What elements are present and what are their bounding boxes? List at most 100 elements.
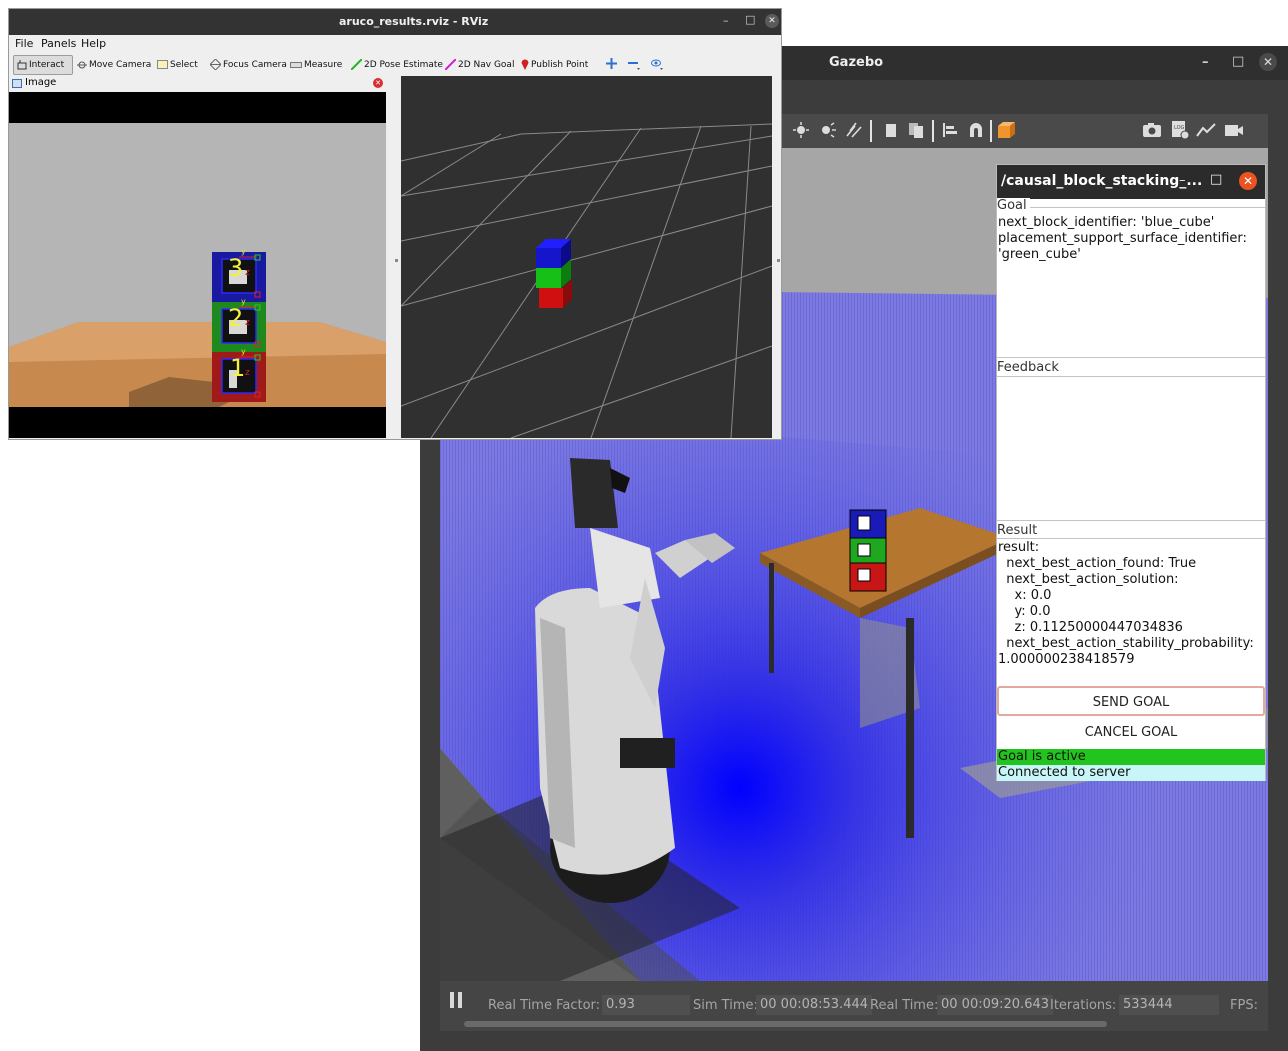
result-line: y: 0.0 (998, 604, 1051, 619)
sim-time-label: Sim Time: (693, 998, 758, 1013)
add-tool-icon[interactable] (606, 58, 617, 69)
pause-icon[interactable] (450, 992, 464, 1008)
paste-icon[interactable] (908, 122, 924, 138)
log-icon[interactable]: LOG (1170, 120, 1190, 140)
copy-icon[interactable] (883, 122, 899, 138)
minimize-icon[interactable]: – (723, 14, 729, 27)
publish-point-tool-label: Publish Point (531, 60, 589, 70)
goal-group-label: Goal (997, 198, 1030, 213)
separator-icon (990, 120, 992, 142)
svg-text:z: z (245, 318, 250, 328)
nav-goal-tool-label: 2D Nav Goal (458, 60, 515, 70)
select-tool[interactable]: Select (157, 58, 198, 72)
cancel-goal-button[interactable]: CANCEL GOAL (997, 718, 1265, 748)
camera-image-view[interactable]: y y y z z z 3 2 1 (9, 92, 386, 438)
maximize-icon[interactable]: □ (1210, 172, 1222, 187)
send-goal-button[interactable]: SEND GOAL (997, 686, 1265, 716)
move-camera-tool-label: Move Camera (89, 60, 152, 70)
action-client-titlebar: /causal_block_stacking_... – □ ✕ (997, 165, 1265, 199)
plot-icon[interactable] (1196, 122, 1216, 138)
remove-tool-icon[interactable] (628, 58, 640, 70)
magenta-arrow-icon (445, 59, 456, 70)
point-light-icon[interactable] (820, 122, 836, 138)
eye-icon[interactable] (651, 58, 663, 70)
gazebo-status-bar: Real Time Factor: 0.93 Sim Time: 00 00:0… (440, 981, 1268, 1031)
result-line: z: 0.11250000447034836 (998, 620, 1183, 635)
spot-light-icon[interactable] (846, 122, 862, 138)
map-pin-icon (521, 59, 529, 70)
rviz-toolbar: Interact Move Camera Select Focus Camera… (9, 52, 781, 76)
real-time-value: 00 00:09:20.643 (937, 995, 1054, 1015)
result-line: 1.000000238418579 (998, 652, 1135, 667)
aruco-marker-label: 2 (228, 304, 244, 332)
rviz-window: aruco_results.rviz - RViz – □ ✕ File Pan… (8, 8, 782, 440)
svg-text:z: z (245, 368, 250, 378)
splitter-handle[interactable] (777, 259, 780, 262)
gazebo-title: Gazebo (829, 55, 884, 70)
menu-help[interactable]: Help (81, 37, 106, 50)
align-icon[interactable] (942, 122, 958, 138)
fps-label: FPS: (1230, 998, 1258, 1013)
image-icon (12, 79, 22, 88)
green-arrow-icon (351, 59, 362, 70)
select-tool-label: Select (170, 60, 198, 70)
focus-camera-tool[interactable]: Focus Camera (210, 58, 287, 72)
hand-icon (17, 59, 27, 69)
rtf-label: Real Time Factor: (488, 998, 601, 1013)
result-group-label: Result (997, 523, 1041, 538)
sun-light-icon[interactable] (793, 122, 809, 138)
divider (997, 357, 1265, 358)
menu-file[interactable]: File (15, 37, 33, 50)
rviz-titlebar: aruco_results.rviz - RViz – □ ✕ (9, 9, 781, 35)
ruler-icon (290, 61, 302, 68)
image-panel-title: Image (25, 77, 57, 88)
result-line: x: 0.0 (998, 588, 1052, 603)
iterations-value: 533444 (1119, 995, 1219, 1015)
focus-camera-icon (210, 59, 221, 70)
interact-tool-label: Interact (29, 60, 65, 70)
image-panel-header: Image ✕ (9, 76, 387, 92)
separator-icon (870, 120, 872, 142)
measure-tool[interactable]: Measure (290, 58, 342, 72)
close-icon[interactable]: ✕ (1239, 172, 1257, 190)
publish-point-tool[interactable]: Publish Point (521, 58, 588, 72)
nav-goal-tool[interactable]: 2D Nav Goal (445, 58, 514, 72)
screenshot-icon[interactable] (1142, 122, 1162, 138)
rviz-menubar: File Panels Help (9, 35, 781, 52)
rviz-3d-view[interactable] (401, 76, 772, 438)
aruco-marker-label: 1 (230, 354, 246, 382)
maximize-icon[interactable]: □ (1232, 54, 1244, 69)
close-icon[interactable]: ✕ (1259, 53, 1277, 71)
goal-status-bar: Goal is active (997, 749, 1265, 765)
action-client-title: /causal_block_stacking_... (1001, 173, 1203, 189)
view-angle-icon[interactable] (996, 120, 1016, 140)
divider (997, 207, 1265, 208)
maximize-icon[interactable]: □ (745, 13, 755, 26)
iterations-label: Iterations: (1050, 998, 1117, 1013)
move-camera-tool[interactable]: Move Camera (77, 58, 151, 72)
menu-panels[interactable]: Panels (41, 37, 76, 50)
svg-text:z: z (245, 268, 250, 278)
divider (997, 520, 1265, 521)
sim-time-value: 00 00:08:53.444 (756, 995, 873, 1015)
connection-status-bar: Connected to server (997, 765, 1265, 781)
minimize-icon[interactable]: – (1202, 55, 1209, 70)
result-line: next_best_action_solution: (998, 572, 1179, 587)
interact-tool[interactable]: Interact (17, 58, 64, 72)
snap-icon[interactable] (968, 122, 984, 138)
real-time-label: Real Time: (870, 998, 939, 1013)
video-record-icon[interactable] (1224, 122, 1244, 138)
minimize-icon[interactable]: – (1179, 173, 1186, 188)
close-icon[interactable]: ✕ (765, 14, 779, 28)
aruco-marker-label: 3 (228, 254, 244, 282)
move-camera-icon (77, 61, 87, 68)
measure-tool-label: Measure (304, 60, 343, 70)
splitter-handle[interactable] (395, 259, 398, 262)
goal-text-area[interactable] (997, 213, 1265, 355)
result-line: next_best_action_stability_probability: (998, 636, 1254, 651)
rviz-title: aruco_results.rviz - RViz (339, 15, 489, 28)
close-panel-icon[interactable]: ✕ (373, 78, 383, 88)
result-line: result: (998, 540, 1040, 555)
horizontal-scrollbar[interactable] (464, 1021, 1107, 1027)
pose-estimate-tool[interactable]: 2D Pose Estimate (351, 58, 443, 72)
